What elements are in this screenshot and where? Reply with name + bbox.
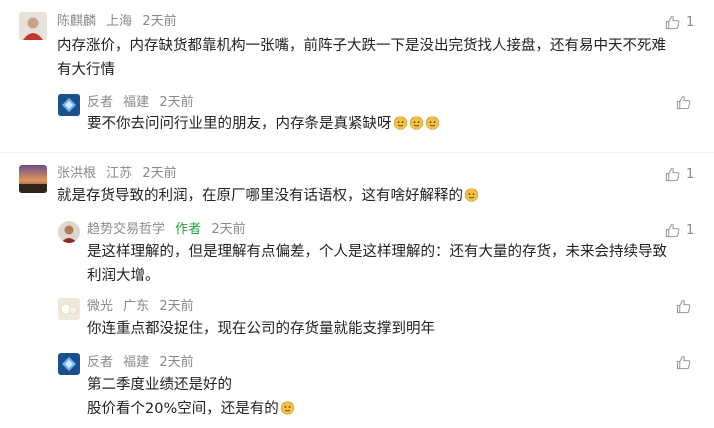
comment-text: 第二季度业绩还是好的 股价看个20%空间，还是有的 xyxy=(87,373,295,421)
comment-line: 第二季度业绩还是好的 xyxy=(87,377,232,393)
user-name[interactable]: 陈麒麟 xyxy=(57,14,96,29)
author-badge: 作者 xyxy=(175,222,202,237)
thumbs-up-icon xyxy=(665,167,680,182)
comment-time: 2天前 xyxy=(142,14,177,29)
comment-time: 2天前 xyxy=(159,95,194,110)
like-button[interactable]: 1 xyxy=(665,222,694,238)
user-name[interactable]: 张洪根 xyxy=(57,166,96,181)
comment-line: 就是存货导致的利润，在原厂哪里没有话语权，这有啥好解释的 xyxy=(57,188,463,204)
user-name[interactable]: 趋势交易哲学 xyxy=(87,222,165,237)
comment-text: 你连重点都没捉住，现在公司的存货量就能支撑到明年 xyxy=(87,317,435,341)
doge-emoji-icon xyxy=(425,115,440,130)
like-button[interactable] xyxy=(676,94,691,110)
comment-text: 就是存货导致的利润，在原厂哪里没有话语权，这有啥好解释的 xyxy=(57,184,479,208)
thumbs-up-icon xyxy=(676,95,691,110)
comment-line: 是这样理解的，但是理解有点偏差，个人是这样理解的：还有大量的存货，未来会持续导致 xyxy=(87,244,667,260)
avatar[interactable] xyxy=(19,165,47,193)
like-count: 1 xyxy=(686,14,695,30)
doge-emoji-icon xyxy=(393,115,408,130)
comment-meta: 反者 福建 2天前 xyxy=(87,355,200,371)
divider xyxy=(0,152,714,153)
comment-time: 2天前 xyxy=(159,299,194,314)
like-button[interactable]: 1 xyxy=(665,14,694,30)
user-name[interactable]: 反者 xyxy=(87,95,113,110)
comment-meta: 微光 广东 2天前 xyxy=(87,299,200,315)
thumbs-up-icon xyxy=(676,299,691,314)
like-button[interactable] xyxy=(676,298,691,314)
thumbs-up-icon xyxy=(676,355,691,370)
user-location: 福建 xyxy=(123,95,150,110)
thumbs-up-icon xyxy=(665,223,680,238)
user-name[interactable]: 微光 xyxy=(87,299,113,314)
user-location: 广东 xyxy=(123,299,150,314)
avatar[interactable] xyxy=(58,221,80,243)
like-count: 1 xyxy=(686,222,695,238)
comment-text: 是这样理解的，但是理解有点偏差，个人是这样理解的：还有大量的存货，未来会持续导致… xyxy=(87,240,667,288)
comment-text: 内存涨价，内存缺货都靠机构一张嘴，前阵子大跌一下是没出完货找人接盘，还有易中天不… xyxy=(57,34,666,82)
comment-line: 利润大增。 xyxy=(87,268,160,284)
comment-meta: 陈麒麟 上海 2天前 xyxy=(57,14,183,30)
comment-text: 要不你去问问行业里的朋友，内存条是真紧缺呀 xyxy=(87,112,440,136)
thumbs-up-icon xyxy=(665,15,680,30)
comment-time: 2天前 xyxy=(159,355,194,370)
like-button[interactable] xyxy=(676,354,691,370)
comment-meta: 趋势交易哲学 作者 2天前 xyxy=(87,222,252,238)
avatar[interactable] xyxy=(58,353,80,375)
doge-emoji-icon xyxy=(280,400,295,415)
user-location: 江苏 xyxy=(106,166,133,181)
comment-time: 2天前 xyxy=(211,222,246,237)
comment-meta: 反者 福建 2天前 xyxy=(87,95,200,111)
user-location: 福建 xyxy=(123,355,150,370)
comment-line: 股价看个20%空间，还是有的 xyxy=(87,401,279,417)
user-location: 上海 xyxy=(106,14,133,29)
comment-line: 有大行情 xyxy=(57,62,115,78)
like-count: 1 xyxy=(686,166,695,182)
comment-time: 2天前 xyxy=(142,166,177,181)
avatar[interactable] xyxy=(19,12,47,40)
doge-emoji-icon xyxy=(409,115,424,130)
doge-emoji-icon xyxy=(464,187,479,202)
avatar[interactable] xyxy=(58,298,80,320)
comment-line: 内存涨价，内存缺货都靠机构一张嘴，前阵子大跌一下是没出完货找人接盘，还有易中天不… xyxy=(57,38,666,54)
comment-meta: 张洪根 江苏 2天前 xyxy=(57,166,183,182)
comment-line: 你连重点都没捉住，现在公司的存货量就能支撑到明年 xyxy=(87,321,435,337)
avatar[interactable] xyxy=(58,94,80,116)
comment-line: 要不你去问问行业里的朋友，内存条是真紧缺呀 xyxy=(87,116,392,132)
like-button[interactable]: 1 xyxy=(665,166,694,182)
user-name[interactable]: 反者 xyxy=(87,355,113,370)
